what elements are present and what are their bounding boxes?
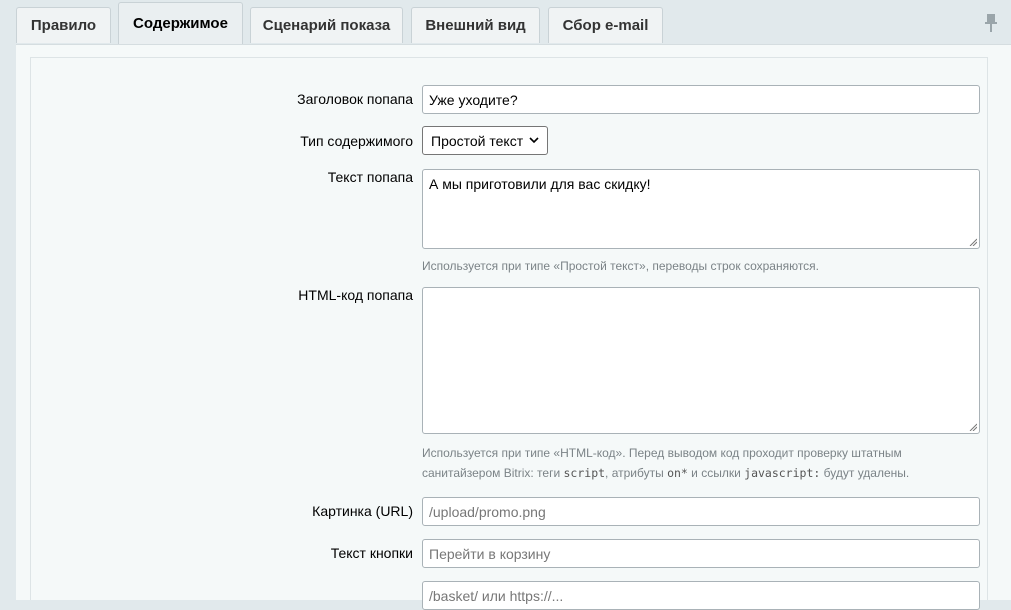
hint-text: будут удалены. <box>820 466 910 480</box>
tab-scenario[interactable]: Сценарий показа <box>250 7 403 43</box>
button-text-input[interactable] <box>422 539 980 568</box>
button-link-input[interactable] <box>422 581 980 610</box>
hint-code-script: script <box>563 466 606 480</box>
html-code-label: HTML-код попапа <box>298 287 413 303</box>
image-url-label: Картинка (URL) <box>312 503 413 519</box>
html-code-area[interactable] <box>422 287 980 434</box>
tab-rule[interactable]: Правило <box>16 7 111 43</box>
popup-title-label: Заголовок попапа <box>297 91 413 107</box>
tab-bar: Правило Содержимое Сценарий показа Внешн… <box>0 0 1011 44</box>
content-type-select[interactable]: Простой текст <box>422 126 548 155</box>
resize-grip-icon[interactable] <box>969 423 977 431</box>
image-url-input[interactable] <box>422 497 980 526</box>
popup-title-input[interactable] <box>422 85 980 114</box>
popup-text-area[interactable]: А мы приготовили для вас скидку! <box>422 169 980 249</box>
tab-email-collection[interactable]: Сбор e-mail <box>548 7 663 43</box>
content-type-label: Тип содержимого <box>300 133 413 149</box>
hint-text: и ссылки <box>687 466 745 480</box>
hint-code-on: on* <box>667 466 688 480</box>
popup-text-label: Текст попапа <box>327 169 413 185</box>
pin-icon[interactable] <box>982 13 1000 35</box>
popup-text-value: А мы приготовили для вас скидку! <box>429 176 651 192</box>
html-code-hint: Используется при типе «HTML-код». Перед … <box>422 443 962 483</box>
resize-grip-icon[interactable] <box>969 238 977 246</box>
tab-appearance[interactable]: Внешний вид <box>411 7 540 43</box>
tab-content[interactable]: Содержимое <box>118 2 243 44</box>
chevron-down-icon <box>529 137 539 144</box>
button-text-label: Текст кнопки <box>330 545 413 561</box>
content-type-value: Простой текст <box>431 132 524 149</box>
hint-text: , атрибуты <box>605 466 668 480</box>
hint-code-javascript: javascript: <box>744 466 821 480</box>
popup-text-hint: Используется при типе «Простой текст», п… <box>422 259 820 273</box>
